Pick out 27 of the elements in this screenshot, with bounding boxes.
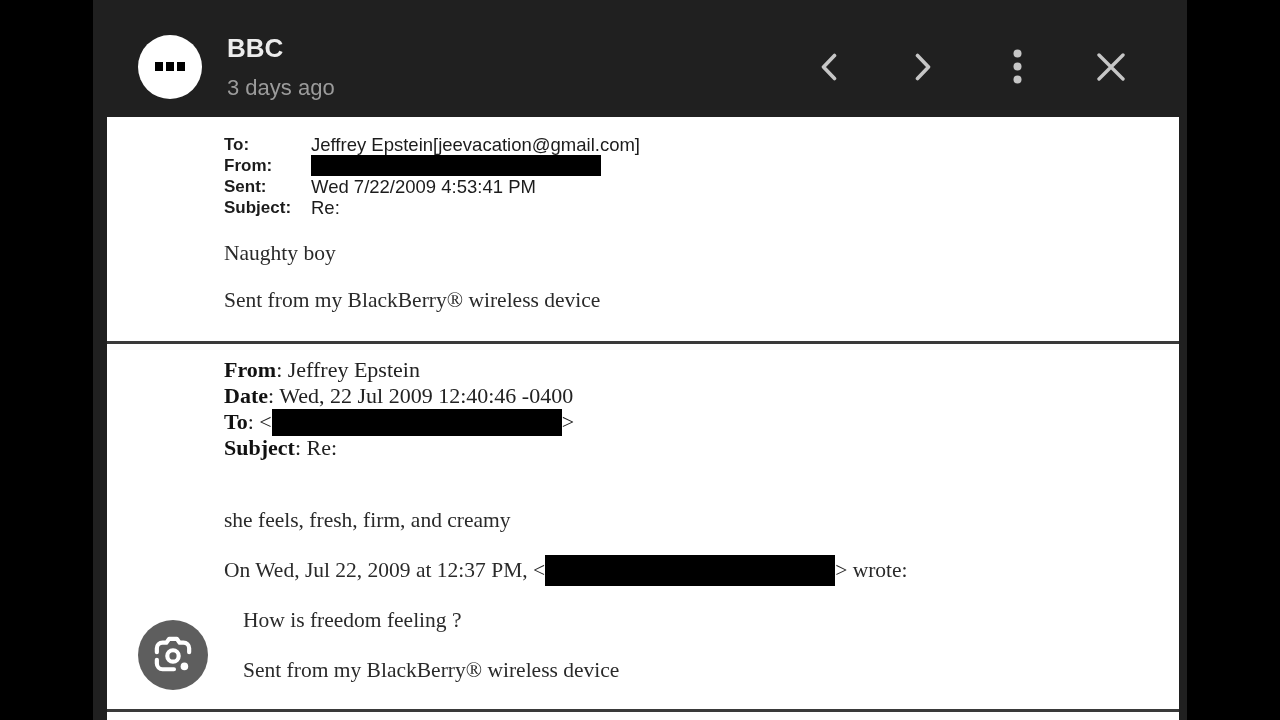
avatar-icon	[138, 34, 202, 99]
close-icon	[1097, 52, 1125, 81]
header-line: To: <	[224, 409, 272, 435]
body-text: she feels, fresh, firm, and creamy	[224, 507, 511, 533]
quoted-text: Sent from my BlackBerry® wireless device	[243, 657, 620, 683]
body-text: On Wed, Jul 22, 2009 at 12:37 PM, <	[224, 557, 546, 583]
header-label: Sent:	[224, 176, 267, 197]
sender-name: BBC	[227, 32, 284, 63]
quoted-text: How is freedom feeling ?	[243, 607, 462, 633]
header-line: Subject: Re:	[224, 435, 338, 461]
body-text: Naughty boy	[224, 240, 336, 266]
body-text: > wrote:	[835, 557, 908, 583]
chevron-right-icon	[915, 52, 931, 81]
vertical-dots-icon	[1012, 49, 1022, 84]
header-line: >	[561, 409, 575, 435]
timestamp: 3 days ago	[227, 74, 335, 101]
header-value: Wed 7/22/2009 4:53:41 PM	[311, 176, 536, 197]
header-label: Subject:	[224, 197, 292, 218]
body-text: Sent from my BlackBerry® wireless device	[224, 287, 601, 313]
chevron-left-icon	[821, 52, 837, 81]
camera-scan-icon	[154, 636, 192, 674]
header-value: Jeffrey Epstein[jeevacation@gmail.com]	[311, 134, 640, 155]
header-label: To:	[224, 134, 250, 155]
header-line: Date: Wed, 22 Jul 2009 12:40:46 -0400	[224, 383, 574, 409]
header-label: From:	[224, 155, 273, 176]
header-line: From: Jeffrey Epstein	[224, 357, 420, 383]
header-value: Re:	[311, 197, 340, 218]
